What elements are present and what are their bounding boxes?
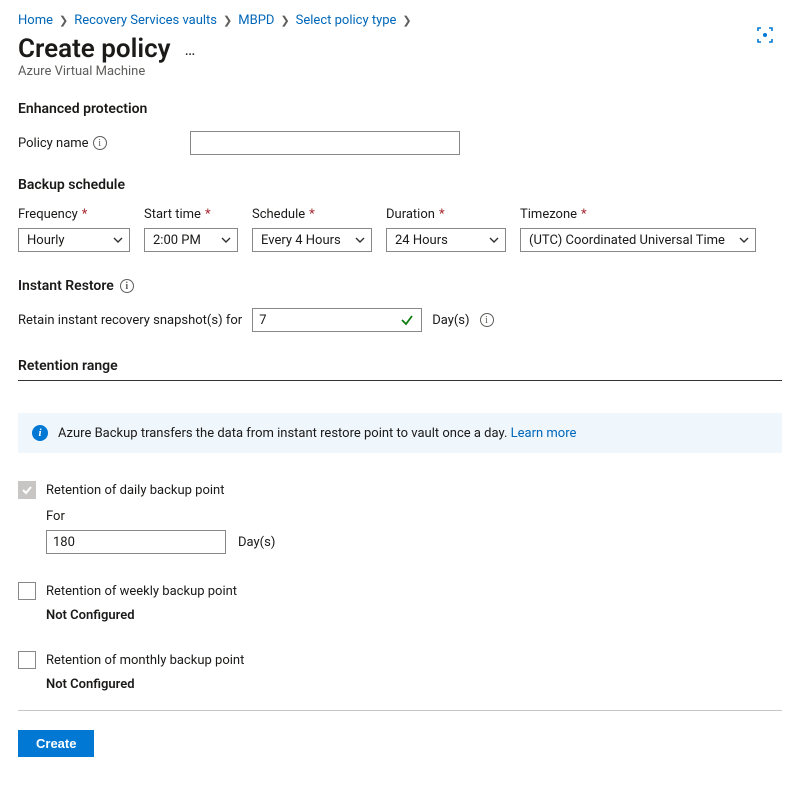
monthly-retention-label: Retention of monthly backup point — [46, 653, 244, 668]
frequency-label: Frequency — [18, 207, 78, 222]
chevron-down-icon — [221, 235, 231, 245]
info-banner-text: Azure Backup transfers the data from ins… — [58, 426, 507, 441]
breadcrumb-link-mbpd[interactable]: MBPD — [238, 13, 274, 28]
breadcrumb-link-vaults[interactable]: Recovery Services vaults — [74, 13, 217, 28]
chevron-right-icon: ❯ — [59, 14, 68, 27]
weekly-retention-label: Retention of weekly backup point — [46, 584, 237, 599]
info-banner: i Azure Backup transfers the data from i… — [18, 413, 782, 453]
frequency-value: Hourly — [27, 233, 65, 248]
monthly-retention-checkbox[interactable] — [18, 651, 36, 669]
info-icon[interactable]: i — [120, 279, 134, 293]
info-filled-icon: i — [32, 425, 48, 441]
breadcrumb: Home ❯ Recovery Services vaults ❯ MBPD ❯… — [18, 13, 782, 28]
page-subtitle: Azure Virtual Machine — [18, 64, 782, 79]
duration-label: Duration — [386, 207, 435, 222]
chevron-down-icon — [739, 235, 749, 245]
daily-for-label: For — [46, 509, 782, 524]
policy-name-input[interactable] — [190, 131, 460, 155]
start-time-value: 2:00 PM — [153, 233, 201, 248]
breadcrumb-link-select-policy[interactable]: Select policy type — [296, 13, 397, 28]
chevron-right-icon: ❯ — [402, 14, 411, 27]
chevron-right-icon: ❯ — [223, 14, 232, 27]
chevron-down-icon — [489, 235, 499, 245]
learn-more-link[interactable]: Learn more — [511, 426, 577, 441]
chevron-down-icon — [113, 235, 123, 245]
info-icon[interactable]: i — [480, 313, 494, 327]
instant-restore-unit: Day(s) — [432, 313, 469, 328]
focus-mode-button[interactable] — [752, 22, 778, 48]
schedule-select[interactable]: Every 4 Hours — [252, 228, 372, 252]
page-title: Create policy — [18, 34, 171, 64]
weekly-not-configured: Not Configured — [46, 608, 782, 623]
weekly-retention-checkbox[interactable] — [18, 582, 36, 600]
schedule-label: Schedule — [252, 207, 305, 222]
monthly-not-configured: Not Configured — [46, 677, 782, 692]
instant-restore-heading: Instant Restore — [18, 278, 114, 294]
retention-range-heading: Retention range — [18, 358, 782, 374]
divider — [18, 380, 782, 381]
schedule-value: Every 4 Hours — [261, 233, 341, 248]
create-button[interactable]: Create — [18, 730, 94, 757]
timezone-value: (UTC) Coordinated Universal Time — [529, 233, 725, 248]
info-icon[interactable]: i — [93, 136, 107, 150]
start-time-label: Start time — [144, 207, 201, 222]
chevron-right-icon: ❯ — [280, 14, 289, 27]
timezone-label: Timezone — [520, 207, 577, 222]
backup-schedule-heading: Backup schedule — [18, 177, 782, 193]
footer-divider — [18, 710, 782, 711]
duration-select[interactable]: 24 Hours — [386, 228, 506, 252]
daily-retention-unit: Day(s) — [238, 535, 275, 550]
instant-restore-prefix: Retain instant recovery snapshot(s) for — [18, 313, 242, 328]
start-time-select[interactable]: 2:00 PM — [144, 228, 238, 252]
instant-restore-input[interactable] — [252, 308, 422, 332]
breadcrumb-link-home[interactable]: Home — [18, 13, 53, 28]
duration-value: 24 Hours — [395, 233, 448, 248]
policy-name-label: Policy name — [18, 136, 89, 151]
checkmark-icon — [400, 313, 414, 327]
daily-retention-input[interactable] — [46, 530, 226, 554]
more-actions-button[interactable]: … — [181, 36, 202, 63]
daily-retention-checkbox — [18, 481, 36, 499]
daily-retention-label: Retention of daily backup point — [46, 483, 224, 498]
enhanced-protection-heading: Enhanced protection — [18, 101, 782, 117]
timezone-select[interactable]: (UTC) Coordinated Universal Time — [520, 228, 756, 252]
frequency-select[interactable]: Hourly — [18, 228, 130, 252]
chevron-down-icon — [355, 235, 365, 245]
